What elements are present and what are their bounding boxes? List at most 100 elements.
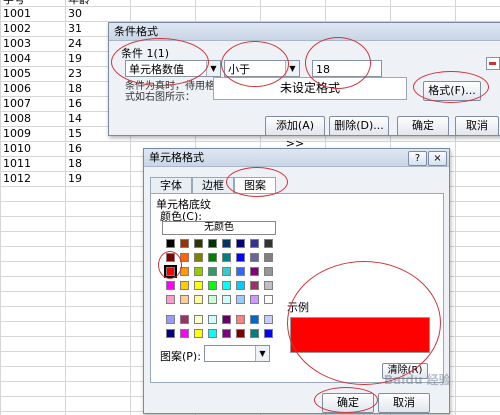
color-swatch[interactable] [194, 253, 203, 262]
id-cell[interactable]: 1011 [3, 156, 31, 171]
color-swatch[interactable] [194, 281, 203, 290]
id-cell[interactable]: 1012 [3, 171, 31, 186]
id-cell[interactable]: 1003 [3, 36, 31, 51]
color-swatch[interactable] [166, 329, 175, 338]
color-swatch[interactable] [208, 281, 217, 290]
color-swatch[interactable] [264, 267, 273, 276]
color-swatch[interactable] [180, 239, 189, 248]
color-swatch[interactable] [208, 295, 217, 304]
color-swatch[interactable] [180, 315, 189, 324]
color-swatch[interactable] [222, 253, 231, 262]
id-cell[interactable]: 1010 [3, 141, 31, 156]
delete-button[interactable]: 删除(D)... [329, 116, 389, 136]
color-swatch[interactable] [180, 329, 189, 338]
highlight-circle [111, 38, 209, 86]
id-cell[interactable]: 1009 [3, 126, 31, 141]
cancel-button[interactable]: 取消 [455, 116, 499, 136]
color-swatch[interactable] [250, 295, 259, 304]
tab-font[interactable]: 字体 [150, 177, 192, 194]
id-cell[interactable]: 1006 [3, 81, 31, 96]
color-swatch[interactable] [180, 281, 189, 290]
color-swatch[interactable] [222, 281, 231, 290]
color-swatch[interactable] [166, 315, 175, 324]
range-picker-icon[interactable] [486, 57, 500, 70]
age-cell[interactable]: 19 [68, 171, 82, 186]
color-swatch[interactable] [250, 315, 259, 324]
color-swatch[interactable] [166, 295, 175, 304]
color-swatch[interactable] [194, 315, 203, 324]
id-cell[interactable]: 1001 [3, 6, 31, 21]
color-swatch[interactable] [264, 253, 273, 262]
conditional-format-dialog: 条件格式 条件 1(1) 单元格数值 ▼ 小于 ▼ 18 条件为真时，待用格式如… [108, 22, 500, 150]
age-cell[interactable]: 23 [68, 66, 82, 81]
color-swatch[interactable] [194, 267, 203, 276]
column-gridline [0, 0, 1, 415]
age-cell[interactable]: 31 [68, 21, 82, 36]
id-cell[interactable]: 1005 [3, 66, 31, 81]
cancel-button[interactable]: 取消 [378, 393, 430, 413]
color-swatch[interactable] [208, 315, 217, 324]
color-swatch[interactable] [250, 253, 259, 262]
age-cell[interactable]: 18 [68, 156, 82, 171]
color-swatch[interactable] [236, 253, 245, 262]
id-cell[interactable]: 1004 [3, 51, 31, 66]
color-swatch[interactable] [264, 295, 273, 304]
color-swatch[interactable] [208, 253, 217, 262]
age-cell[interactable]: 19 [68, 51, 82, 66]
close-icon[interactable]: × [428, 151, 447, 166]
pattern-select[interactable]: ▼ [204, 345, 270, 362]
age-cell[interactable]: 14 [68, 111, 82, 126]
color-swatch[interactable] [194, 295, 203, 304]
no-color-button[interactable]: 无颜色 [162, 221, 276, 235]
color-swatch[interactable] [166, 239, 175, 248]
pattern-label: 图案(P): [160, 350, 201, 363]
color-swatch[interactable] [236, 315, 245, 324]
help-icon[interactable]: ? [408, 151, 427, 166]
age-cell[interactable]: 16 [68, 141, 82, 156]
color-swatch[interactable] [222, 329, 231, 338]
color-swatch[interactable] [208, 239, 217, 248]
color-swatch[interactable] [166, 281, 175, 290]
color-swatch[interactable] [264, 281, 273, 290]
color-swatch[interactable] [222, 267, 231, 276]
color-swatch[interactable] [236, 281, 245, 290]
id-cell[interactable]: 1002 [3, 21, 31, 36]
color-swatch[interactable] [194, 329, 203, 338]
color-swatch[interactable] [222, 239, 231, 248]
color-swatch[interactable] [208, 329, 217, 338]
age-cell[interactable]: 16 [68, 96, 82, 111]
color-swatch[interactable] [264, 239, 273, 248]
color-swatch[interactable] [222, 315, 231, 324]
color-swatch[interactable] [236, 295, 245, 304]
color-swatch[interactable] [250, 329, 259, 338]
age-cell[interactable]: 30 [68, 6, 82, 21]
add-button[interactable]: 添加(A) >> [265, 116, 325, 150]
age-cell[interactable]: 15 [68, 126, 82, 141]
color-swatch[interactable] [250, 239, 259, 248]
dialog-title: 单元格格式 [144, 149, 449, 167]
ok-button[interactable]: 确定 [397, 116, 449, 136]
age-cell[interactable]: 18 [68, 81, 82, 96]
color-swatch[interactable] [208, 267, 217, 276]
color-swatch[interactable] [264, 329, 273, 338]
highlight-circle [314, 387, 378, 413]
highlight-circle [158, 251, 182, 279]
tab-strip: 字体 边框 图案 [150, 177, 442, 195]
id-cell[interactable]: 1007 [3, 96, 31, 111]
color-swatch[interactable] [264, 315, 273, 324]
color-swatch[interactable] [194, 239, 203, 248]
color-swatch[interactable] [180, 295, 189, 304]
color-swatch[interactable] [250, 267, 259, 276]
color-swatch[interactable] [236, 239, 245, 248]
chevron-down-icon[interactable]: ▼ [255, 346, 269, 361]
id-cell[interactable]: 1008 [3, 111, 31, 126]
highlight-circle [287, 261, 441, 385]
color-swatch[interactable] [236, 329, 245, 338]
color-swatch[interactable] [222, 295, 231, 304]
age-cell[interactable]: 24 [68, 36, 82, 51]
color-swatch[interactable] [250, 281, 259, 290]
highlight-circle [305, 37, 371, 89]
highlight-circle [226, 167, 288, 197]
color-swatch[interactable] [236, 267, 245, 276]
cell-format-dialog: 单元格格式 ? × 字体 边框 图案 单元格底纹 颜色(C): 无颜色 示例 图… [143, 148, 451, 414]
